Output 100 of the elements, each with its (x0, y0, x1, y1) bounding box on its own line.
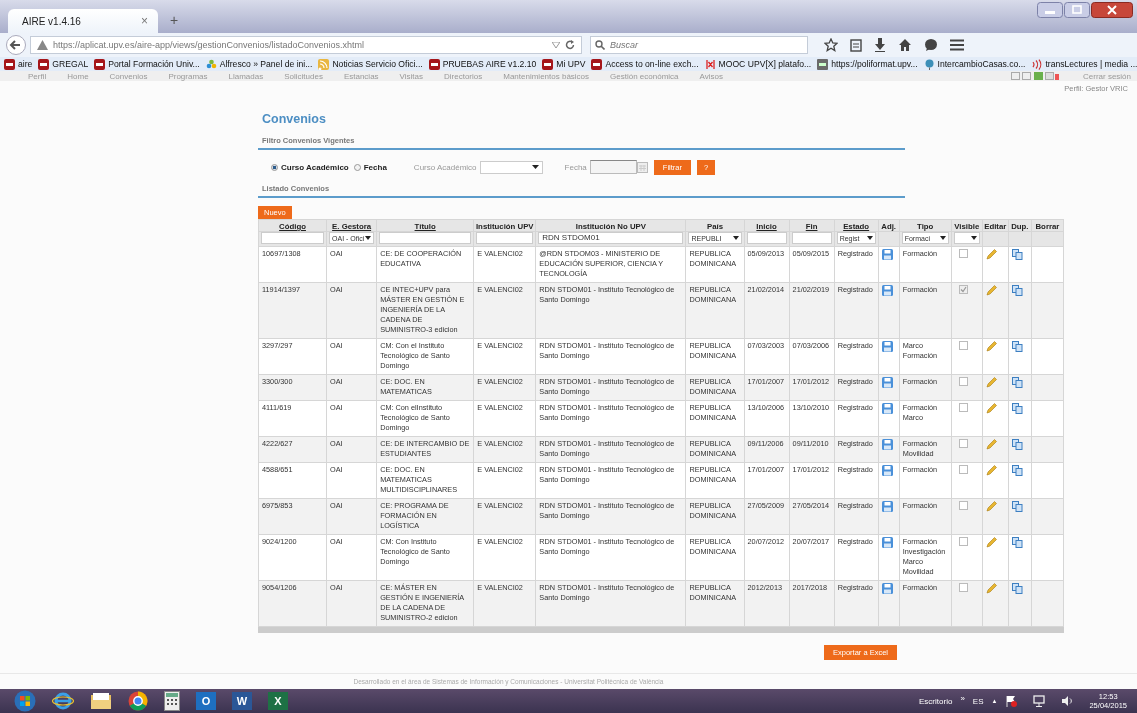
bookmark-label: Access to on-line exch... (605, 59, 699, 69)
folder-icon[interactable] (90, 692, 112, 710)
pencil-icon[interactable] (985, 377, 997, 388)
calculator-icon[interactable] (164, 691, 180, 711)
back-icon[interactable] (6, 35, 26, 55)
menu-item[interactable]: Convenios (109, 71, 148, 81)
reload-icon[interactable] (565, 40, 575, 50)
copy-icon[interactable] (1011, 537, 1023, 548)
copy-icon[interactable] (1011, 439, 1023, 450)
filter-field[interactable] (476, 232, 534, 244)
pencil-icon[interactable] (985, 583, 997, 594)
new-tab-button[interactable]: + (170, 12, 179, 28)
visible-checkbox[interactable] (958, 285, 968, 294)
menu-item[interactable]: Avisos (699, 71, 723, 81)
copy-icon[interactable] (1011, 583, 1023, 594)
mail-app-icon[interactable]: O (196, 692, 216, 710)
menu-item[interactable]: Visitas (399, 71, 423, 81)
save-icon[interactable] (881, 403, 893, 414)
pencil-icon[interactable] (985, 439, 997, 450)
radio-option[interactable]: Curso Académico (271, 162, 349, 172)
visible-checkbox[interactable] (958, 537, 968, 546)
filter-field[interactable] (746, 232, 787, 244)
filter-field[interactable] (379, 232, 472, 244)
search-field[interactable]: Buscar (590, 36, 808, 54)
toolbar-expand-button[interactable]: » (960, 693, 965, 703)
bookmark-star-icon[interactable] (824, 38, 838, 52)
menu-item[interactable]: Directorios (444, 71, 483, 81)
copy-icon[interactable] (1011, 285, 1023, 296)
copy-icon[interactable] (1011, 249, 1023, 260)
visible-checkbox[interactable] (958, 403, 968, 412)
warning-icon (37, 40, 48, 50)
visible-checkbox[interactable] (958, 341, 968, 350)
visible-checkbox[interactable] (958, 249, 968, 258)
menu-icon[interactable] (950, 39, 964, 51)
pencil-icon[interactable] (985, 249, 997, 260)
visible-checkbox[interactable] (958, 465, 968, 474)
date-field[interactable] (589, 160, 637, 174)
maximize-icon[interactable] (1064, 2, 1090, 18)
save-icon[interactable] (881, 465, 893, 476)
visible-checkbox[interactable] (958, 501, 968, 510)
copy-icon[interactable] (1011, 377, 1023, 388)
save-icon[interactable] (881, 377, 893, 388)
dropdown-icon[interactable] (552, 42, 560, 48)
volume-icon[interactable] (1061, 695, 1074, 707)
copy-icon[interactable] (1011, 501, 1023, 512)
filter-field[interactable] (261, 232, 325, 244)
visible-checkbox[interactable] (958, 377, 968, 386)
pencil-icon[interactable] (985, 403, 997, 414)
field-label: Curso Académico (413, 162, 477, 172)
field-label: Fecha (564, 162, 587, 172)
browser-tab[interactable]: AIRE v1.4.16 × (8, 9, 158, 33)
flag-icon[interactable] (1005, 695, 1018, 707)
browser-e-icon[interactable] (52, 691, 74, 711)
menu-item[interactable]: Llamadas (228, 71, 264, 81)
calendar-icon[interactable] (636, 161, 648, 173)
network-icon[interactable] (1033, 695, 1046, 707)
save-icon[interactable] (881, 537, 893, 548)
pencil-icon[interactable] (985, 285, 997, 296)
logout-link[interactable]: Cerrar sesión (1083, 71, 1131, 81)
menu-item[interactable]: Mantenimientos básicos (503, 71, 590, 81)
minimize-icon[interactable] (1037, 2, 1063, 18)
document-app-icon[interactable]: W (232, 692, 252, 710)
clipboard-icon[interactable] (850, 38, 862, 52)
menu-item[interactable]: Programas (168, 71, 208, 81)
round-browser-icon[interactable] (128, 691, 148, 711)
home-icon[interactable] (898, 38, 912, 52)
save-icon[interactable] (881, 439, 893, 450)
pencil-icon[interactable] (985, 501, 997, 512)
copy-icon[interactable] (1011, 341, 1023, 352)
close-icon[interactable] (1091, 2, 1133, 18)
start-button-icon[interactable] (14, 690, 36, 712)
desktop-toolbar-label[interactable]: Escritorio (919, 696, 953, 706)
menu-item[interactable]: Home (67, 71, 89, 81)
save-icon[interactable] (881, 501, 893, 512)
visible-checkbox[interactable] (958, 439, 968, 448)
pencil-icon[interactable] (985, 341, 997, 352)
filter-field[interactable]: RDN STDOM01 (538, 232, 684, 244)
address-field[interactable]: https://aplicat.upv.es/aire-app/views/gestionConvenios/listadoConvenios.xhtml (30, 36, 582, 54)
chat-icon[interactable] (924, 38, 938, 52)
filter-select[interactable] (953, 232, 980, 244)
tab-close-button[interactable]: × (141, 14, 148, 28)
visible-checkbox[interactable] (958, 583, 968, 592)
save-icon[interactable] (881, 341, 893, 352)
radio-option[interactable]: Fecha (353, 162, 387, 172)
menu-item[interactable]: Perfil (28, 71, 47, 81)
filter-field[interactable] (791, 232, 832, 244)
save-icon[interactable] (881, 249, 893, 260)
save-icon[interactable] (881, 583, 893, 594)
spreadsheet-app-icon[interactable]: X (268, 692, 288, 710)
menu-item[interactable]: Solicitudes (284, 71, 323, 81)
copy-icon[interactable] (1011, 403, 1023, 414)
menu-item[interactable]: Estancias (343, 71, 379, 81)
download-icon[interactable] (874, 38, 886, 52)
menu-item[interactable]: Gestión económica (610, 71, 679, 81)
copy-icon[interactable] (1011, 465, 1023, 476)
caret-icon (531, 165, 539, 169)
pencil-icon[interactable] (985, 465, 997, 476)
language-indicator[interactable]: ES (972, 696, 984, 706)
pencil-icon[interactable] (985, 537, 997, 548)
save-icon[interactable] (881, 285, 893, 296)
